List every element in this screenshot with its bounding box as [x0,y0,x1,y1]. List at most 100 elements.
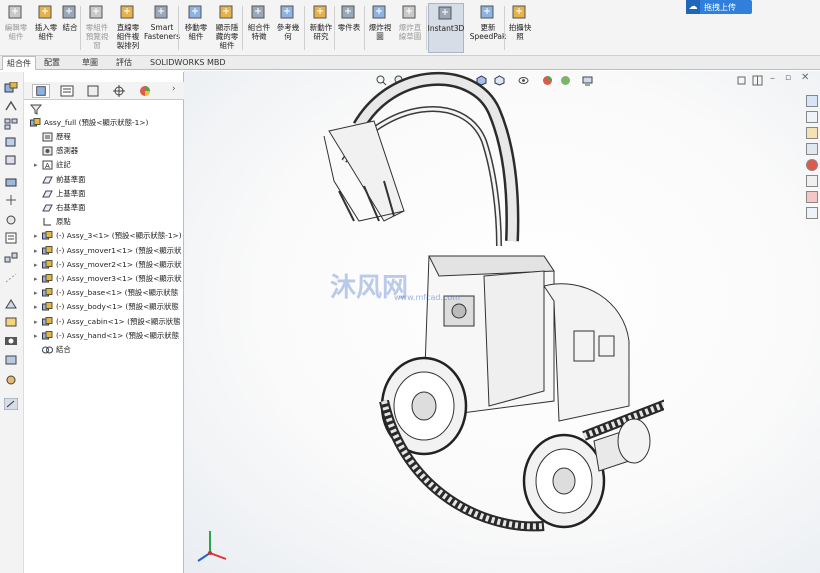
dimxpert-tab-icon[interactable] [110,84,128,98]
robot-assembly-model[interactable] [244,71,664,573]
custom-properties-icon[interactable] [806,175,818,187]
tab-assembly[interactable]: 組合件 [2,56,36,70]
ribbon-icon-15 [480,5,494,19]
view-palette-icon[interactable] [806,143,818,155]
expand-arrow-icon[interactable]: ▸ [34,300,42,314]
subassembly-icon [42,259,53,269]
ribbon-button-10[interactable]: 新動作 研究 [308,3,334,53]
tree-item[interactable]: ▸ (-) Assy_cabin<1> (預設<顯示狀態 [34,315,181,329]
upload-button[interactable]: ☁ 拖拽上传 [686,0,752,14]
graphics-viewport[interactable]: – ▫ ✕ 沐风网 www.mfcad.com [184,71,820,573]
expand-arrow-icon[interactable]: ▸ [34,229,42,243]
tree-item[interactable]: ▸ A 註記 [34,158,71,172]
ribbon-icon-16 [512,5,526,19]
tree-item-label: 感測器 [56,146,79,156]
ribbon-button-13[interactable]: 爆炸直 線草圖 [397,3,423,53]
tree-item[interactable]: 右基準面 [34,201,86,215]
snapshot-icon[interactable] [4,334,18,346]
tree-item[interactable]: 歷程 [34,130,71,144]
svg-text:A: A [45,162,50,170]
expand-arrow-icon[interactable]: ▸ [34,315,42,329]
ribbon-button-1[interactable]: 插入零 組件 [34,3,58,53]
smart-fasteners-icon[interactable] [4,374,18,386]
assembly-feature-icon[interactable] [4,176,18,188]
ribbon-button-12[interactable]: 爆炸視 圖 [367,3,393,53]
ribbon-separator [334,6,335,50]
feature-tree-tab-icon[interactable] [32,84,50,98]
configuration-manager-tab-icon[interactable] [84,84,102,98]
mate-icon[interactable] [4,100,18,112]
reference-geometry-icon[interactable] [4,194,18,206]
hide-show-icon[interactable] [4,154,18,166]
minimize-icon[interactable]: – [770,73,775,84]
tree-item[interactable]: 上基準面 [34,187,86,201]
expand-arrow-icon[interactable]: ▸ [34,158,42,172]
tree-root-assembly[interactable]: Assy_full (預設<顯示狀態-1>) [30,116,148,130]
tree-item-label: (-) Assy_mover3<1> (預設<顯示狀 [56,274,182,283]
tab-evaluate[interactable]: 評估 [112,56,136,70]
exploded-view-icon[interactable] [4,252,18,264]
tab-layout[interactable]: 配置 [40,56,64,70]
ribbon-button-15[interactable]: 更新 SpeedPak [470,3,506,53]
ribbon-button-9[interactable]: 參考幾 何 [276,3,300,53]
expand-arrow-icon[interactable]: ▸ [34,244,42,258]
ribbon-button-2[interactable]: 結合 [60,3,80,53]
design-library-icon[interactable] [806,111,818,123]
instant3d-icon[interactable] [4,298,18,310]
ribbon-button-label: Smart Fasteners [143,23,181,41]
explode-line-icon[interactable] [4,272,18,284]
ribbon-icon-10 [313,5,327,19]
file-explorer-icon[interactable] [806,127,818,139]
ribbon-button-16[interactable]: 拍攝快 照 [508,3,532,53]
tree-item[interactable]: ▸ (-) Assy_body<1> (預設<顯示狀態 [34,300,179,314]
expand-arrow-icon[interactable]: ▸ [34,272,42,286]
ribbon-button-8[interactable]: 組合件 特徵 [246,3,272,53]
tree-item[interactable]: ▸ (-) Assy_mover3<1> (預設<顯示狀 [34,272,181,286]
tree-item[interactable]: ▸ (-) Assy_base<1> (預設<顯示狀態 [34,286,178,300]
close-icon[interactable]: ✕ [801,72,809,83]
tab-mbd[interactable]: SOLIDWORKS MBD [146,56,230,70]
ribbon-button-6[interactable]: 移動零 組件 [182,3,210,53]
ribbon-button-0[interactable]: 編輯零 組件 [2,3,30,53]
component-tools-icon[interactable] [4,354,18,366]
tree-item[interactable]: 感測器 [34,144,78,158]
pattern-icon[interactable] [4,118,18,130]
restore-viewport-icon[interactable] [736,75,747,86]
move-component-icon[interactable] [4,136,18,148]
ribbon-button-11[interactable]: 零件表 [337,3,361,53]
maximize-icon[interactable]: ▫ [785,73,791,83]
3dexperience-icon[interactable] [806,207,818,219]
tab-sketch[interactable]: 草圖 [78,56,102,70]
expand-arrow-icon[interactable]: ▸ [34,286,42,300]
solidworks-forum-icon[interactable] [806,191,818,203]
expand-arrow-icon[interactable]: ▸ [34,258,42,272]
ribbon-button-3[interactable]: 零組件 預覽視 窗 [83,3,111,53]
command-manager-tabs: 組合件 配置 草圖 評估 SOLIDWORKS MBD [0,56,820,70]
tree-item[interactable]: ▸ (-) Assy_mover1<1> (預設<顯示狀 [34,244,181,258]
tile-viewport-icon[interactable] [752,75,763,86]
speedpak-icon[interactable] [4,316,18,328]
filter-icon[interactable] [30,104,42,115]
tree-item[interactable]: ▸ (-) Assy_hand<1> (預設<顯示狀態 [34,329,179,343]
display-manager-tab-icon[interactable] [136,84,154,98]
ribbon-button-14[interactable]: Instant3D [428,3,464,53]
insert-component-icon[interactable] [4,82,18,94]
expand-arrow-icon[interactable]: ▸ [34,329,42,343]
solidworks-resources-icon[interactable] [806,95,818,107]
tree-item[interactable]: 前基準面 [34,173,86,187]
tree-item[interactable]: 結合 [34,343,71,357]
tree-item[interactable]: ▸ (-) Assy_mover2<1> (預設<顯示狀 [34,258,181,272]
ribbon-button-7[interactable]: 顯示隱 藏的零 組件 [213,3,241,53]
ribbon-button-5[interactable]: Smart Fasteners [143,3,181,53]
select-tool-icon[interactable] [4,398,18,410]
appearances-icon[interactable] [806,159,818,171]
property-manager-tab-icon[interactable] [58,84,76,98]
tree-item[interactable]: 原點 [34,215,71,229]
ribbon-button-label: 編輯零 組件 [4,23,28,41]
ribbon-button-4[interactable]: 直線零 組件複 製排列 [114,3,142,53]
subassembly-icon [42,231,53,240]
panel-expand-arrow-icon[interactable]: › [172,84,176,94]
tree-item[interactable]: ▸ (-) Assy_3<1> (預設<顯示狀態-1>) [34,229,182,243]
bom-icon[interactable] [4,232,18,244]
motion-study-icon[interactable] [4,214,18,226]
